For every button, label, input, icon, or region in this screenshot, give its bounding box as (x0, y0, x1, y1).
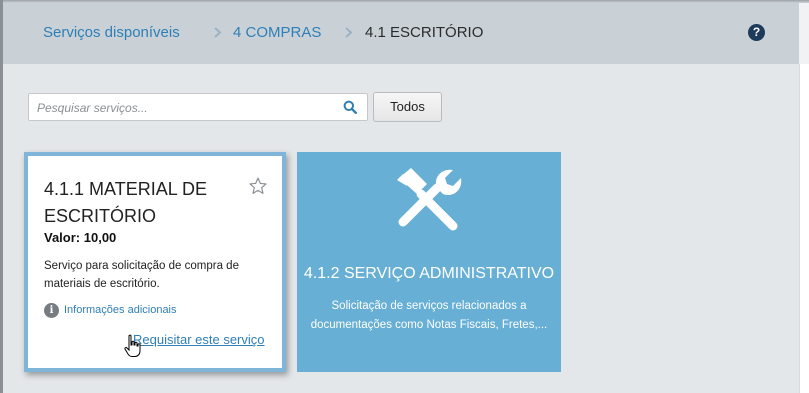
service-card-material-escritorio[interactable]: 4.1.1 MATERIAL DE ESCRITÓRIO Valor: 10,0… (24, 152, 286, 372)
hand-pointer-cursor-icon (124, 334, 141, 357)
search-input[interactable] (35, 98, 339, 118)
additional-info-link[interactable]: Informações adicionais (64, 304, 177, 316)
service-card-servico-administrativo[interactable]: 4.1.2 SERVIÇO ADMINISTRATIVO Solicitação… (297, 152, 561, 372)
search-icon[interactable] (343, 100, 357, 114)
price-value: 10,00 (83, 230, 117, 245)
breadcrumb-header: Serviços disponíveis 4 COMPRAS 4.1 ESCRI… (3, 3, 799, 64)
info-icon: i (44, 303, 59, 318)
service-description: Solicitação de serviços relacionados a d… (310, 300, 548, 331)
request-service-link[interactable]: Requisitar este serviço (133, 332, 265, 347)
breadcrumb-compras[interactable]: 4 COMPRAS (233, 24, 321, 41)
chevron-right-icon (345, 27, 352, 38)
scrollbar[interactable] (799, 64, 809, 393)
service-price: Valor: 10,00 (44, 230, 116, 245)
service-description: Serviço para solicitação de compra de ma… (44, 260, 239, 290)
tools-icon (397, 168, 462, 231)
breadcrumb-servicos[interactable]: Serviços disponíveis (43, 24, 180, 41)
breadcrumb-current: 4.1 ESCRITÓRIO (365, 24, 484, 41)
star-outline-icon[interactable] (248, 176, 268, 196)
chevron-right-icon (214, 27, 221, 38)
service-title: 4.1.2 SERVIÇO ADMINISTRATIVO (303, 265, 555, 282)
price-label: Valor: (44, 230, 81, 245)
search-box (28, 93, 368, 121)
todos-button[interactable]: Todos (373, 92, 442, 122)
service-title: 4.1.1 MATERIAL DE ESCRITÓRIO (44, 179, 208, 226)
help-icon[interactable]: ? (748, 24, 765, 41)
